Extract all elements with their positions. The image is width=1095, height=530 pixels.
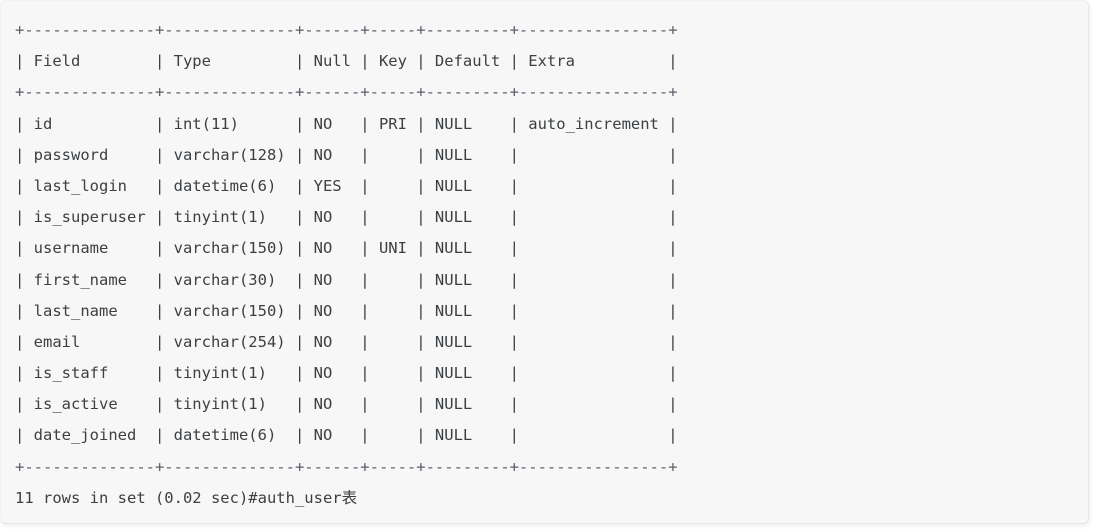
table-row: | username | varchar(150) | NO | UNI | N… bbox=[15, 239, 678, 258]
table-row: | is_active | tinyint(1) | NO | | NULL |… bbox=[15, 395, 678, 414]
table-rule-header: +--------------+--------------+------+--… bbox=[15, 83, 678, 102]
table-header-row: | Field | Type | Null | Key | Default | … bbox=[15, 52, 678, 71]
table-row: | is_staff | tinyint(1) | NO | | NULL | … bbox=[15, 364, 678, 383]
result-footer: 11 rows in set (0.02 sec)#auth_user表 bbox=[15, 488, 358, 507]
table-row: | email | varchar(254) | NO | | NULL | | bbox=[15, 332, 678, 351]
table-row: | last_name | varchar(150) | NO | | NULL… bbox=[15, 301, 678, 320]
table-row: | last_login | datetime(6) | YES | | NUL… bbox=[15, 176, 678, 195]
table-row: | password | varchar(128) | NO | | NULL … bbox=[15, 145, 678, 164]
table-row: | is_superuser | tinyint(1) | NO | | NUL… bbox=[15, 208, 678, 227]
console-card: +--------------+--------------+------+--… bbox=[0, 0, 1089, 524]
table-rule-bottom: +--------------+--------------+------+--… bbox=[15, 457, 678, 476]
table-rule-top: +--------------+--------------+------+--… bbox=[15, 21, 678, 39]
table-row: | first_name | varchar(30) | NO | | NULL… bbox=[15, 270, 678, 289]
table-row: | id | int(11) | NO | PRI | NULL | auto_… bbox=[15, 114, 678, 133]
table-row: | date_joined | datetime(6) | NO | | NUL… bbox=[15, 426, 678, 445]
sql-describe-output[interactable]: +--------------+--------------+------+--… bbox=[15, 15, 678, 514]
